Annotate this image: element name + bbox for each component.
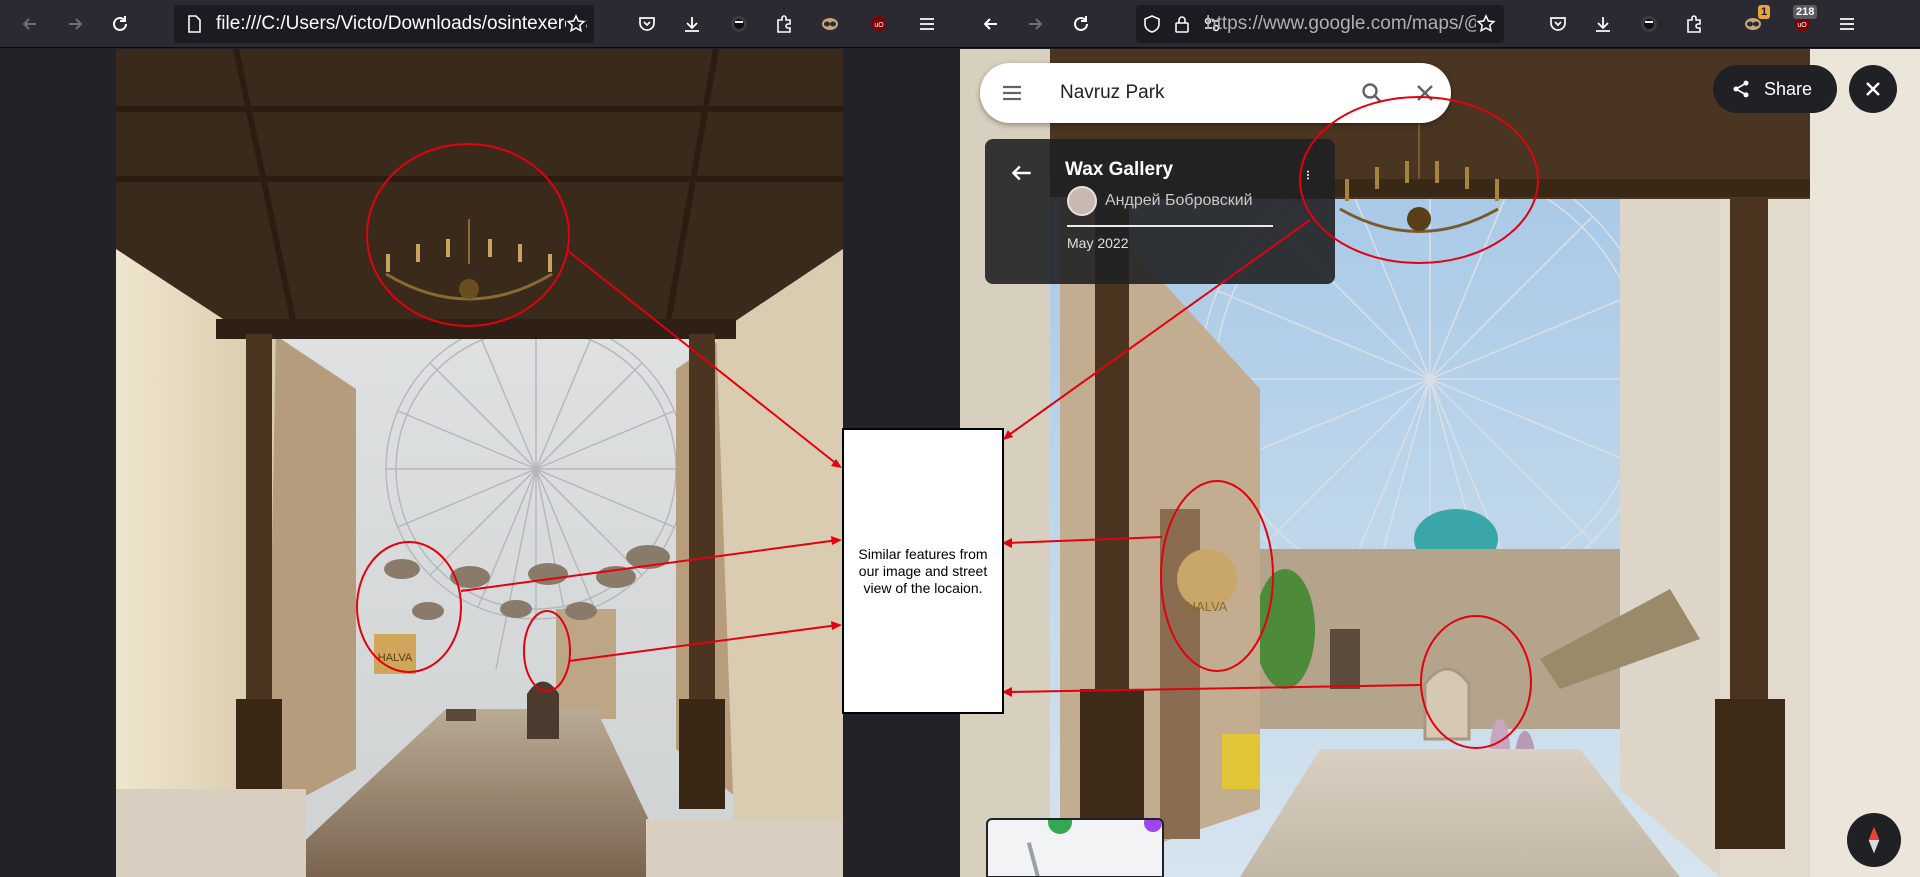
maps-search-box [980,63,1451,123]
extension-button-1[interactable] [1632,7,1666,41]
hamburger-menu-icon [920,18,934,30]
puzzle-icon [777,15,791,33]
downloads-button[interactable] [675,7,709,41]
halva-sign-text: HALVA [1187,599,1228,614]
left-url-bar[interactable]: file:///C:/Users/Victo/Downloads/osintex… [174,5,594,43]
maps-search-input[interactable] [1060,78,1330,108]
ublock-count-badge: 218 [1793,5,1818,19]
map-poi-marker-2 [1144,820,1162,832]
card-divider [1067,225,1273,227]
street-view-content: HALVA Navruz Park Share Wax Gallery Андр… [960,49,1920,877]
left-page-content: HALVA [0,49,960,877]
share-label: Share [1764,79,1813,99]
lock-icon [1175,16,1189,33]
svg-text:uO: uO [1797,22,1807,29]
halva-sign-text: HALVA [378,652,413,664]
menu-button[interactable] [910,7,944,41]
place-title: Wax Gallery [1065,159,1174,180]
ublock-shield-icon: uO [872,16,886,32]
page-icon [188,15,201,33]
puzzle-icon [1687,15,1701,33]
search-icon[interactable] [1360,81,1384,105]
avatar [1067,186,1097,216]
right-url-text: https://www.google.com/maps/@4 [1206,13,1494,34]
contributor-name[interactable]: Андрей Бобровский [1105,192,1253,210]
back-arrow-icon[interactable] [1009,160,1035,186]
pocket-icon [1550,17,1566,31]
original-photo: HALVA [0,49,960,877]
pocket-button[interactable] [630,7,664,41]
arch-doorway [1423,667,1471,741]
annotation-box: Similar features from our image and stre… [842,428,1004,714]
hamburger-menu-icon [1840,18,1854,30]
menu-button[interactable] [1830,7,1864,41]
extension-face-icon [1641,16,1657,32]
minimap[interactable] [986,818,1164,877]
downloads-badge: 1 [1758,5,1771,19]
compass-button[interactable] [1847,813,1901,867]
goggles-icon [822,18,838,30]
annotation-text: Similar features from our image and stre… [858,546,988,596]
hamburger-menu-icon[interactable] [1000,81,1024,105]
reload-icon [1074,16,1088,31]
extension-face-icon [731,16,747,32]
street-view-info-card: Wax Gallery Андрей Бобровский May 2022 [985,139,1335,284]
more-options-icon[interactable] [1303,163,1313,187]
close-icon [1866,82,1880,96]
compass-icon [1868,826,1880,854]
shield-icon [1144,15,1160,33]
forward-arrow-icon [69,18,83,30]
back-arrow-icon [22,18,36,30]
bookmark-star-icon[interactable] [1476,14,1496,34]
left-toolbar: file:///C:/Users/Victo/Downloads/osintex… [0,0,960,48]
right-url-bar[interactable]: https://www.google.com/maps/@4 [1136,5,1504,43]
extension-button-1[interactable] [722,7,756,41]
clear-search-icon[interactable] [1413,81,1437,105]
downloads-button[interactable] [1586,7,1620,41]
tree [1255,569,1315,689]
left-url-text: file:///C:/Users/Victo/Downloads/osintex… [216,13,588,34]
reload-button[interactable] [103,7,137,41]
svg-text:uO: uO [874,22,884,29]
extensions-button[interactable] [767,7,801,41]
capture-date: May 2022 [1067,235,1129,251]
download-icon [685,17,699,32]
pocket-button[interactable] [1541,7,1575,41]
forward-arrow-icon [1029,18,1043,30]
pocket-icon [639,17,655,31]
ublock-button[interactable]: uO [862,7,896,41]
share-icon [1733,80,1749,98]
reload-button[interactable] [1064,7,1098,41]
back-arrow-icon [983,18,997,30]
extensions-button[interactable] [1677,7,1711,41]
forward-button[interactable] [1018,7,1052,41]
ublock-button[interactable]: uO 218 [1785,5,1819,41]
right-browser-window: https://www.google.com/maps/@4 1 uO 218 [960,0,1920,877]
map-road [1026,842,1042,876]
reload-icon [113,16,127,31]
map-poi-marker [1048,820,1072,834]
download-icon [1596,17,1610,32]
arch-doorway [527,681,559,739]
right-column [1730,199,1768,759]
back-button[interactable] [974,7,1008,41]
extension-button-2[interactable]: 1 [1736,5,1771,41]
close-street-view-button[interactable] [1849,65,1897,113]
right-toolbar: https://www.google.com/maps/@4 1 uO 218 [960,0,1920,48]
share-button[interactable]: Share [1713,65,1837,113]
extension-button-2[interactable] [813,7,847,41]
bookmark-star-icon[interactable] [566,14,586,34]
left-browser-window: file:///C:/Users/Victo/Downloads/osintex… [0,0,960,877]
back-button[interactable] [13,7,47,41]
forward-button[interactable] [58,7,92,41]
